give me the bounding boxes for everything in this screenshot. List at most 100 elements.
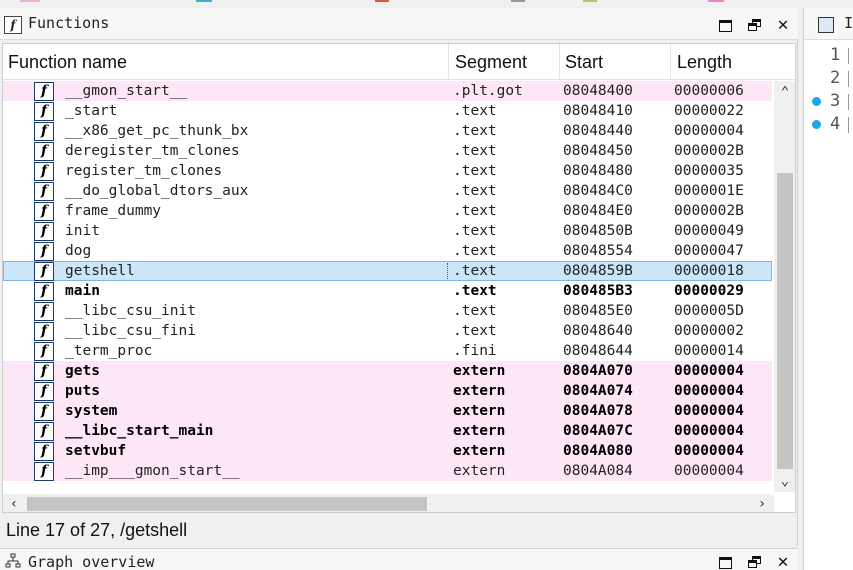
column-header-start[interactable]: Start <box>560 44 671 80</box>
segment-cell: extern <box>453 423 506 439</box>
gutter-line[interactable]: 3 <box>804 90 853 113</box>
line-number: 1 <box>830 45 841 65</box>
function-icon: f <box>34 282 54 301</box>
table-row[interactable]: f getshell .text 0804859B 00000018 <box>3 261 772 281</box>
segment-cell: .text <box>453 283 497 299</box>
function-name-cell: main <box>65 283 100 299</box>
view-icon <box>818 17 834 33</box>
segment-cell: .text <box>453 263 497 279</box>
gutter-line[interactable]: 1 <box>804 44 853 67</box>
segment-cell: .text <box>453 103 497 119</box>
close-icon: ✕ <box>777 14 789 35</box>
column-header-length[interactable]: Length <box>671 44 774 80</box>
length-cell: 00000004 <box>674 383 744 399</box>
function-icon: f <box>34 202 54 221</box>
graph-close-button[interactable]: ✕ <box>772 551 794 570</box>
table-row[interactable]: f frame_dummy .text 080484E0 0000002B <box>3 201 772 221</box>
breakpoint-dot-icon[interactable] <box>812 120 821 129</box>
graph-restore-button[interactable] <box>744 551 766 570</box>
length-cell: 00000006 <box>674 83 744 99</box>
function-name-cell: gets <box>65 363 100 379</box>
table-row[interactable]: f deregister_tm_clones .text 08048450 000000… <box>3 141 772 161</box>
start-address-cell: 0804A070 <box>563 363 633 379</box>
function-name-cell: _term_proc <box>65 343 153 359</box>
segment-cell: .text <box>453 203 497 219</box>
segment-cell: extern <box>453 403 506 419</box>
start-address-cell: 08048480 <box>563 163 633 179</box>
function-name-cell: frame_dummy <box>65 203 162 219</box>
function-name-cell: deregister_tm_clones <box>65 143 240 159</box>
table-row[interactable]: f __libc_csu_init .text 080485E0 0000005D <box>3 301 772 321</box>
close-button[interactable]: ✕ <box>772 14 794 36</box>
table-row[interactable]: f gets extern 0804A070 00000004 <box>3 361 772 381</box>
horizontal-scroll-thumb[interactable] <box>27 497 427 511</box>
scroll-right-arrow-icon[interactable]: › <box>751 494 773 512</box>
length-cell: 0000002B <box>674 143 744 159</box>
table-row[interactable]: f _term_proc .fini 08048644 00000014 <box>3 341 772 361</box>
function-icon: f <box>34 102 54 121</box>
table-header: Function name Segment Start Length <box>3 44 795 80</box>
functions-window-title: Functions <box>28 14 110 32</box>
table-row[interactable]: f puts extern 0804A074 00000004 <box>3 381 772 401</box>
selection-focus-marker <box>447 263 448 279</box>
table-row[interactable]: f __x86_get_pc_thunk_bx .text 08048440 00000… <box>3 121 772 141</box>
column-header-segment[interactable]: Segment <box>449 44 560 80</box>
function-icon: f <box>34 242 54 261</box>
start-address-cell: 0804859B <box>563 263 633 279</box>
start-address-cell: 08048410 <box>563 103 633 119</box>
function-icon: f <box>34 402 54 421</box>
table-row[interactable]: f __gmon_start__ .plt.got 08048400 00000006 <box>3 81 772 101</box>
table-row[interactable]: f _start .text 08048410 00000022 <box>3 101 772 121</box>
function-icon: f <box>34 422 54 441</box>
function-icon: f <box>34 122 54 141</box>
segment-cell: extern <box>453 463 506 479</box>
function-name-cell: __gmon_start__ <box>65 83 188 99</box>
table-row[interactable]: f __do_global_dtors_aux .text 080484C0 00000… <box>3 181 772 201</box>
maximize-button[interactable] <box>714 14 736 36</box>
function-icon: f <box>34 462 54 481</box>
table-row[interactable]: f system extern 0804A078 00000004 <box>3 401 772 421</box>
table-row[interactable]: f init .text 0804850B 00000049 <box>3 221 772 241</box>
length-cell: 00000004 <box>674 423 744 439</box>
scroll-left-arrow-icon[interactable]: ‹ <box>3 494 25 512</box>
function-icon: f <box>34 262 54 281</box>
length-cell: 00000035 <box>674 163 744 179</box>
length-cell: 00000002 <box>674 323 744 339</box>
scroll-up-arrow-icon[interactable]: ⌃ <box>774 81 795 103</box>
graph-overview-title: Graph overview <box>28 553 155 570</box>
table-row[interactable]: f __imp___gmon_start__ extern 0804A084 00000… <box>3 461 772 481</box>
table-row[interactable]: f dog .text 08048554 00000047 <box>3 241 772 261</box>
segment-cell: .text <box>453 243 497 259</box>
column-header-function-name[interactable]: Function name <box>3 44 449 80</box>
graph-maximize-button[interactable] <box>714 551 736 570</box>
vertical-scroll-thumb[interactable] <box>777 173 793 469</box>
function-name-cell: puts <box>65 383 100 399</box>
length-cell: 00000047 <box>674 243 744 259</box>
gutter-line[interactable]: 2 <box>804 67 853 90</box>
table-row[interactable]: f setvbuf extern 0804A080 00000004 <box>3 441 772 461</box>
table-row[interactable]: f register_tm_clones .text 08048480 00000035 <box>3 161 772 181</box>
vertical-scrollbar[interactable]: ⌃ ⌄ <box>774 81 795 492</box>
length-cell: 00000029 <box>674 283 744 299</box>
length-cell: 00000004 <box>674 123 744 139</box>
function-name-cell: getshell <box>65 263 135 279</box>
table-row[interactable]: f __libc_start_main extern 0804A07C 00000004 <box>3 421 772 441</box>
length-cell: 00000004 <box>674 403 744 419</box>
start-address-cell: 080485E0 <box>563 303 633 319</box>
close-icon: ✕ <box>777 551 789 570</box>
start-address-cell: 0804A080 <box>563 443 633 459</box>
top-tab-strip <box>0 0 853 5</box>
table-row[interactable]: f __libc_csu_fini .text 08048640 00000002 <box>3 321 772 341</box>
start-address-cell: 0804850B <box>563 223 633 239</box>
restore-button[interactable] <box>744 14 766 36</box>
gutter-line[interactable]: 4 <box>804 113 853 136</box>
start-address-cell: 0804A074 <box>563 383 633 399</box>
restore-icon <box>748 556 762 569</box>
breakpoint-dot-icon[interactable] <box>812 97 821 106</box>
scroll-down-arrow-icon[interactable]: ⌄ <box>774 470 795 492</box>
start-address-cell: 080484C0 <box>563 183 633 199</box>
function-icon: f <box>34 142 54 161</box>
start-address-cell: 08048554 <box>563 243 633 259</box>
table-row[interactable]: f main .text 080485B3 00000029 <box>3 281 772 301</box>
horizontal-scrollbar[interactable]: ‹ › <box>3 494 774 512</box>
